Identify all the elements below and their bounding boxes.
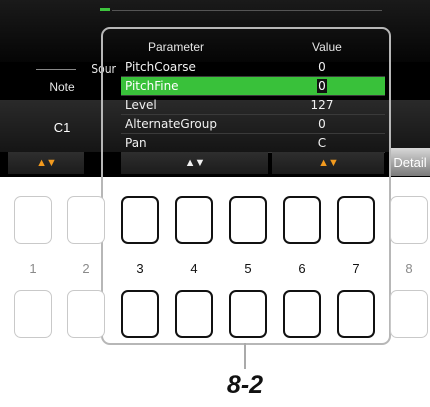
lower-button-7[interactable] — [337, 290, 375, 338]
upper-button-6[interactable] — [283, 196, 321, 244]
lower-button-5[interactable] — [229, 290, 267, 338]
upper-button-8[interactable] — [390, 196, 428, 244]
upper-button-5[interactable] — [229, 196, 267, 244]
button-number-8: 8 — [405, 261, 413, 276]
page-indicator — [100, 8, 110, 11]
lower-button-2[interactable] — [67, 290, 105, 338]
upper-button-2[interactable] — [67, 196, 105, 244]
detail-button[interactable]: Detail — [390, 148, 430, 176]
note-label: Note — [49, 80, 75, 94]
button-number-7: 7 — [352, 261, 360, 276]
source-divider — [36, 69, 76, 70]
callout-line — [244, 343, 246, 369]
lower-button-1[interactable] — [14, 290, 52, 338]
lcd-divider — [112, 10, 382, 11]
note-up-down-arrows: ▲▼ — [8, 152, 84, 174]
button-number-2: 2 — [82, 261, 90, 276]
button-number-3: 3 — [136, 261, 144, 276]
upper-button-3[interactable] — [121, 196, 159, 244]
lower-button-8[interactable] — [390, 290, 428, 338]
button-number-1: 1 — [29, 261, 37, 276]
upper-button-1[interactable] — [14, 196, 52, 244]
button-number-4: 4 — [190, 261, 198, 276]
upper-button-7[interactable] — [337, 196, 375, 244]
lower-button-4[interactable] — [175, 290, 213, 338]
lower-button-6[interactable] — [283, 290, 321, 338]
button-number-6: 6 — [298, 261, 306, 276]
upper-button-4[interactable] — [175, 196, 213, 244]
button-number-5: 5 — [244, 261, 252, 276]
note-value: C1 — [53, 120, 71, 135]
callout-label: 8-2 — [226, 371, 264, 399]
lower-button-3[interactable] — [121, 290, 159, 338]
